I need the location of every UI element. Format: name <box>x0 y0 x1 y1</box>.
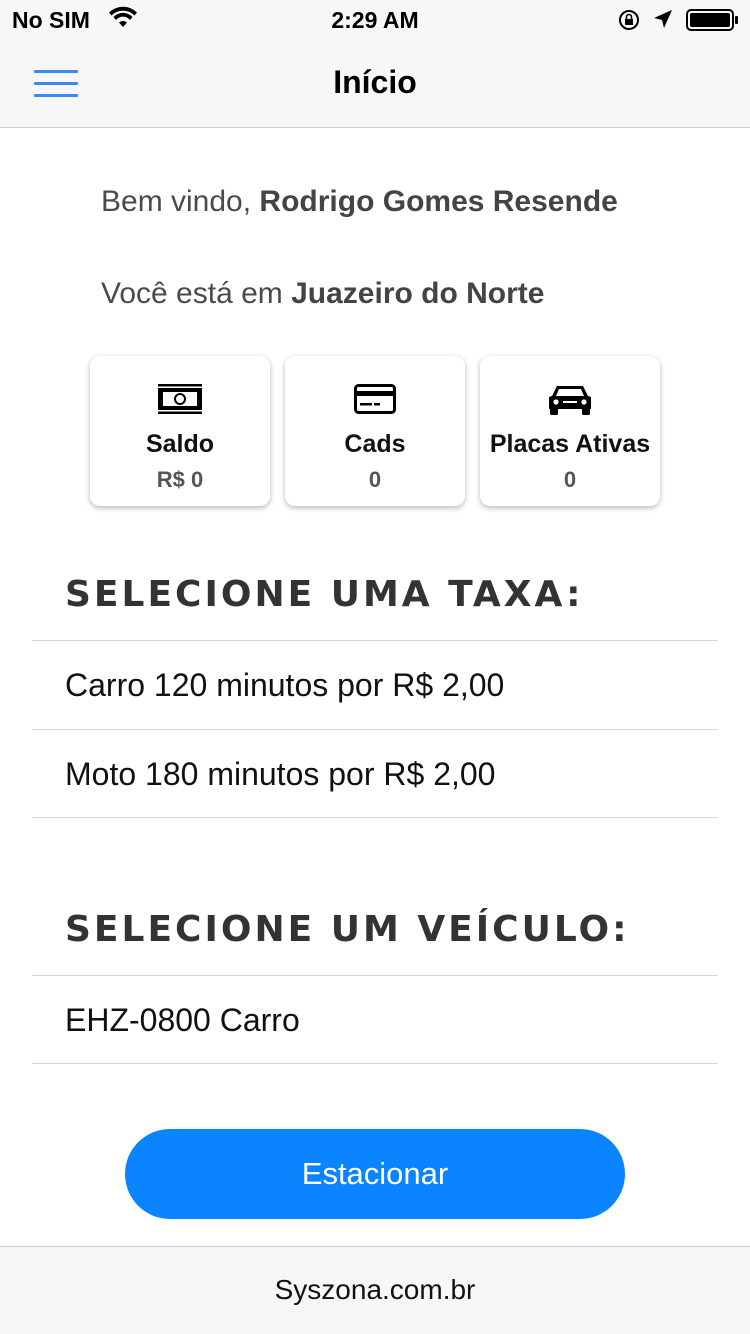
user-name: Rodrigo Gomes Resende <box>259 185 618 218</box>
city-name: Juazeiro do Norte <box>291 277 545 310</box>
rate-option-label: Moto 180 minutos por R$ 2,00 <box>65 756 496 792</box>
location-message: Você está em Juazeiro do Norte <box>101 274 701 314</box>
car-icon <box>549 386 591 415</box>
status-bar: No SIM 2:29 AM <box>0 0 750 40</box>
balance-value: R$ 0 <box>156 467 204 492</box>
active-plates-label: Placas Ativas <box>489 430 651 458</box>
balance-card[interactable]: Saldo R$ 0 <box>90 356 270 506</box>
cads-value: 0 <box>368 467 382 492</box>
credit-card-icon <box>354 384 396 414</box>
vehicle-option[interactable]: EHZ-0800 Carro <box>32 975 718 1064</box>
page-title: Início <box>333 64 417 100</box>
navigation-bar: Início <box>0 40 750 128</box>
footer-text: Syszona.com.br <box>274 1274 476 1305</box>
greeting-text: Bem vindo, <box>101 185 260 218</box>
footer: Syszona.com.br <box>0 1246 750 1334</box>
active-plates-value: 0 <box>563 467 577 492</box>
location-arrow-icon <box>654 10 672 28</box>
rate-option-label: Carro 120 minutos por R$ 2,00 <box>65 667 505 703</box>
active-plates-card[interactable]: Placas Ativas 0 <box>480 356 660 506</box>
rates-section-title: SELECIONE UMA TAXA: <box>65 574 584 615</box>
cads-label: Cads <box>344 430 406 458</box>
battery-icon <box>686 9 738 31</box>
vehicles-section-title: SELECIONE UM VEÍCULO: <box>65 909 630 950</box>
location-prefix: Você está em <box>101 277 292 310</box>
cads-card[interactable]: Cads 0 <box>285 356 465 506</box>
rate-option-car[interactable]: Carro 120 minutos por R$ 2,00 <box>32 640 718 729</box>
balance-label: Saldo <box>145 430 215 458</box>
park-button[interactable]: Estacionar <box>125 1129 625 1219</box>
vehicle-option-label: EHZ-0800 Carro <box>65 1002 300 1038</box>
rate-option-moto[interactable]: Moto 180 minutos por R$ 2,00 <box>32 729 718 818</box>
orientation-lock-icon <box>619 10 639 30</box>
money-icon <box>158 384 202 414</box>
welcome-message: Bem vindo, Rodrigo Gomes Resende <box>101 182 661 222</box>
